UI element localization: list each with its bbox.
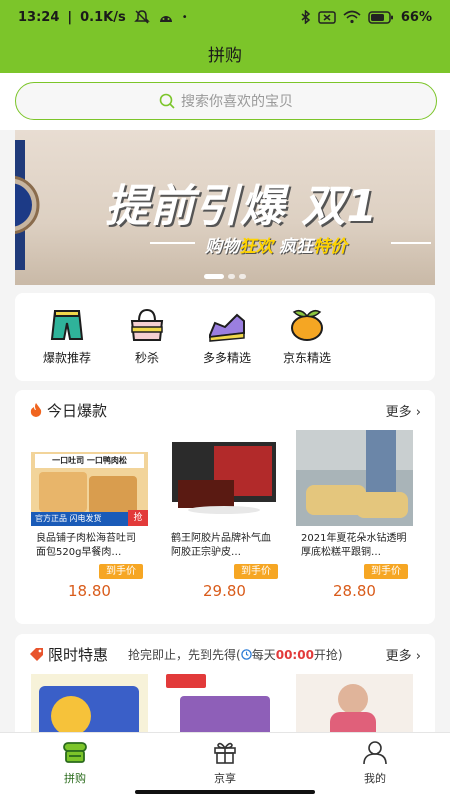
promo-banner[interactable]: 提前引爆 双1 购物狂欢 疯狂特价 [15,130,435,285]
limited-deals-section: 限时特惠 抢完即止，先到先得(每天00:00开抢) 更多 › [15,634,435,744]
product-name: 良品铺子肉松海苔吐司面包520g早餐肉… [36,533,136,558]
gift-icon [214,742,236,764]
price-tag: 到手价 [234,564,278,579]
pagination-dot[interactable] [228,274,235,279]
sneaker-icon [209,313,245,342]
nav-tab-mine[interactable]: 我的 [335,739,415,786]
battery-level: 66% [400,9,432,25]
handbag-icon [130,308,164,341]
product-card[interactable]: 鹤王阿胶片品牌补气血阿胶正宗驴皮… 到手价 29.80 [166,430,283,600]
price-tag: 到手价 [99,564,143,579]
category-jd-picks[interactable]: 京东精选 [267,307,347,366]
product-card[interactable]: 一口吐司 一口鸭肉松 官方正品 闪电发货 抢 良品铺子肉松海苔吐司面包520g早… [31,430,148,600]
section-title: 今日爆款 [47,401,108,420]
banner-pagination [15,274,435,279]
product-price: 28.80 [333,582,376,600]
status-dot-icon: • [181,11,188,23]
pagination-dot[interactable] [239,274,246,279]
search-icon [159,93,175,109]
section-subtitle: 抢完即止，先到先得(每天00:00开抢) [128,647,343,662]
search-area: 搜索你喜欢的宝贝 [0,73,450,130]
fruit-icon [291,309,323,341]
search-placeholder: 搜索你喜欢的宝贝 [181,94,293,110]
category-duoduo-picks[interactable]: 多多精选 [187,307,267,366]
clock-icon [240,648,252,660]
sim-off-icon [318,10,336,24]
user-icon [363,741,387,765]
category-grid: 爆款推荐 秒杀 多多精选 京东精选 [15,293,435,381]
shop-icon [63,742,87,763]
product-name: 鹤王阿胶片品牌补气血阿胶正宗驴皮… [171,533,271,558]
banner-subline: 购物狂欢 疯狂特价 [205,237,347,257]
pagination-dot[interactable] [204,274,224,279]
status-bar: 13:24 | 0.1K/s • 66% [18,9,432,25]
app-header: 13:24 | 0.1K/s • 66% 拼购 [0,0,450,73]
category-hot-picks[interactable]: 爆款推荐 [27,307,107,366]
network-speed: 0.1K/s [80,9,126,25]
wifi-icon [343,10,361,24]
android-icon [159,16,172,22]
mute-icon [133,10,150,24]
fire-icon [30,403,42,417]
shorts-icon [50,310,84,340]
battery-icon [368,10,393,24]
more-link[interactable]: 更多 › [386,645,421,664]
nav-tab-jingxiang[interactable]: 京享 [185,739,265,786]
price-tag-icon [30,648,43,661]
more-link[interactable]: 更多 › [386,401,421,420]
section-title: 限时特惠 [48,645,109,664]
product-card[interactable]: 2021年夏花朵水钻透明厚底松糕平跟铜… 到手价 28.80 [296,430,413,600]
product-price: 18.80 [68,582,111,600]
product-name: 2021年夏花朵水钻透明厚底松糕平跟铜… [301,533,407,558]
banner-headline: 提前引爆 双1 [105,181,378,232]
product-image: 一口吐司 一口鸭肉松 官方正品 闪电发货 抢 [31,430,148,526]
product-image [166,430,283,526]
product-image [296,430,413,526]
home-indicator[interactable] [135,790,315,794]
page-title: 拼购 [208,46,242,66]
watch-image [15,140,40,270]
bluetooth-icon [301,10,311,24]
status-time: 13:24 [18,9,60,25]
category-flash-sale[interactable]: 秒杀 [107,307,187,366]
todays-hot-section: 今日爆款 更多 › 一口吐司 一口鸭肉松 官方正品 闪电发货 抢 良品铺子肉松海… [15,390,435,624]
product-price: 29.80 [203,582,246,600]
nav-tab-pingou[interactable]: 拼购 [35,739,115,786]
search-input[interactable]: 搜索你喜欢的宝贝 [15,82,437,120]
price-tag: 到手价 [364,564,408,579]
